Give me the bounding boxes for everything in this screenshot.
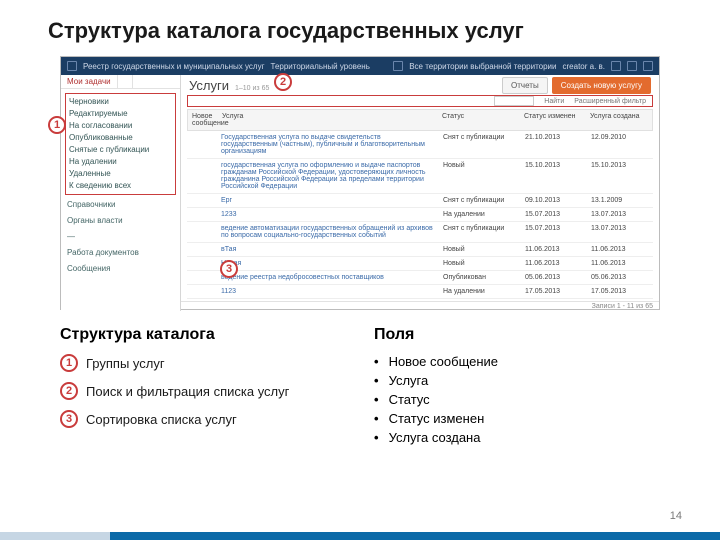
th-new[interactable]: Новое сообщение bbox=[188, 110, 218, 130]
sidebar-item[interactable]: На согласовании bbox=[69, 120, 172, 132]
legend-structure: Структура каталога 1 Группы услуг 2 Поиск … bbox=[60, 326, 346, 449]
legend-text: Сортировка списка услуг bbox=[86, 412, 237, 427]
table-row[interactable]: ведение реестра недобросовестных поставщ… bbox=[187, 271, 653, 285]
sidebar-item[interactable]: Черновики bbox=[69, 96, 172, 108]
field-item: Статус bbox=[389, 392, 430, 407]
services-table: Новое сообщение Услуга Статус Статус изм… bbox=[187, 109, 653, 299]
table-row[interactable]: Государственная услуга по выдаче свидете… bbox=[187, 131, 653, 159]
sidebar-tab-active[interactable]: Мои задачи bbox=[61, 75, 118, 88]
app-name: Реестр государственных и муниципальных у… bbox=[83, 62, 265, 71]
app-screenshot: Реестр государственных и муниципальных у… bbox=[60, 56, 660, 310]
adv-filter-link[interactable]: Расширенный фильтр bbox=[574, 98, 646, 105]
table-row[interactable]: 1233На удалении15.07.201313.07.2013 bbox=[187, 208, 653, 222]
home-icon[interactable] bbox=[393, 61, 403, 71]
help-icon[interactable] bbox=[611, 61, 621, 71]
bullet-icon: • bbox=[374, 430, 379, 445]
user-label: creator a. в. bbox=[563, 62, 606, 71]
sidebar-group-services: Черновики Редактируемые На согласовании … bbox=[65, 93, 176, 195]
th-created[interactable]: Услуга создана bbox=[586, 110, 652, 130]
table-row[interactable]: ведение автоматизации государственных об… bbox=[187, 222, 653, 243]
reports-button[interactable]: Отчеты bbox=[502, 77, 548, 94]
search-input[interactable] bbox=[494, 96, 534, 106]
table-row[interactable]: ЕргСнят с публикации09.10.201313.1.2009 bbox=[187, 194, 653, 208]
field-item: Услуга создана bbox=[389, 430, 481, 445]
table-row[interactable]: НоваяНовый11.06.201311.06.2013 bbox=[187, 257, 653, 271]
sidebar-item[interactable]: Редактируемые bbox=[69, 108, 172, 120]
table-header[interactable]: Новое сообщение Услуга Статус Статус изм… bbox=[187, 109, 653, 131]
bullet-icon: • bbox=[374, 373, 379, 388]
sidebar-section[interactable]: Справочники bbox=[67, 199, 174, 211]
th-changed[interactable]: Статус изменен bbox=[520, 110, 586, 130]
th-status[interactable]: Статус bbox=[438, 110, 520, 130]
main-panel: Услуги 1–10 из 65 Отчеты Создать новую у… bbox=[181, 75, 659, 311]
legend-badge: 1 bbox=[60, 354, 78, 372]
table-row[interactable]: вТаяНовый11.06.201311.06.2013 bbox=[187, 243, 653, 257]
page-count: 1–10 из 65 bbox=[235, 85, 269, 92]
territory-label: Все территории выбранной территории bbox=[409, 62, 556, 71]
sidebar-item[interactable]: К сведению всех bbox=[69, 180, 172, 192]
page-number: 14 bbox=[670, 510, 682, 522]
table-footer: Записи 1 - 11 из 65 bbox=[181, 301, 659, 311]
app-context: Территориальный уровень bbox=[271, 62, 370, 71]
slide-title: Структура каталога государственных услуг bbox=[48, 18, 672, 44]
table-row[interactable]: 1123На удалении17.05.201317.05.2013 bbox=[187, 285, 653, 299]
legend-right-title: Поля bbox=[374, 326, 660, 344]
sidebar-section[interactable]: Сообщения bbox=[67, 263, 174, 275]
logout-icon[interactable] bbox=[643, 61, 653, 71]
sidebar: Мои задачи Черновики Редактируемые На со… bbox=[61, 75, 181, 311]
sidebar-item[interactable]: Удаленные bbox=[69, 168, 172, 180]
settings-icon[interactable] bbox=[627, 61, 637, 71]
sidebar-section[interactable]: Органы власти bbox=[67, 215, 174, 227]
legend-left-title: Структура каталога bbox=[60, 326, 346, 344]
field-item: Статус изменен bbox=[389, 411, 485, 426]
sidebar-item[interactable]: Снятые с публикации bbox=[69, 144, 172, 156]
legend-text: Поиск и фильтрация списка услуг bbox=[86, 384, 289, 399]
page-title: Услуги bbox=[189, 78, 229, 93]
bullet-icon: • bbox=[374, 354, 379, 369]
sidebar-tab-other[interactable] bbox=[118, 75, 133, 88]
bullet-icon: • bbox=[374, 392, 379, 407]
table-row[interactable]: государственная услуга по оформлению и в… bbox=[187, 159, 653, 194]
filter-bar: Найти Расширенный фильтр bbox=[187, 95, 653, 107]
sidebar-item[interactable]: На удалении bbox=[69, 156, 172, 168]
slide-footer-bar bbox=[0, 532, 720, 540]
legend-text: Группы услуг bbox=[86, 356, 165, 371]
field-item: Услуга bbox=[389, 373, 429, 388]
sidebar-tabs: Мои задачи bbox=[61, 75, 180, 89]
legend-badge: 2 bbox=[60, 382, 78, 400]
app-logo-icon bbox=[67, 61, 77, 71]
th-service[interactable]: Услуга bbox=[218, 110, 438, 130]
sidebar-section[interactable]: Работа документов bbox=[67, 247, 174, 259]
callout-marker-3: 3 bbox=[220, 260, 238, 278]
callout-marker-1: 1 bbox=[48, 116, 66, 134]
bullet-icon: • bbox=[374, 411, 379, 426]
search-button[interactable]: Найти bbox=[544, 98, 564, 105]
create-service-button[interactable]: Создать новую услугу bbox=[552, 77, 651, 94]
sidebar-item[interactable]: Опубликованные bbox=[69, 132, 172, 144]
app-topbar: Реестр государственных и муниципальных у… bbox=[61, 57, 659, 75]
legend-badge: 3 bbox=[60, 410, 78, 428]
callout-marker-2: 2 bbox=[274, 73, 292, 91]
legend-fields: Поля • Новое сообщение • Услуга • Статус • С… bbox=[374, 326, 660, 449]
sidebar-section[interactable]: — bbox=[67, 231, 174, 243]
field-item: Новое сообщение bbox=[389, 354, 498, 369]
